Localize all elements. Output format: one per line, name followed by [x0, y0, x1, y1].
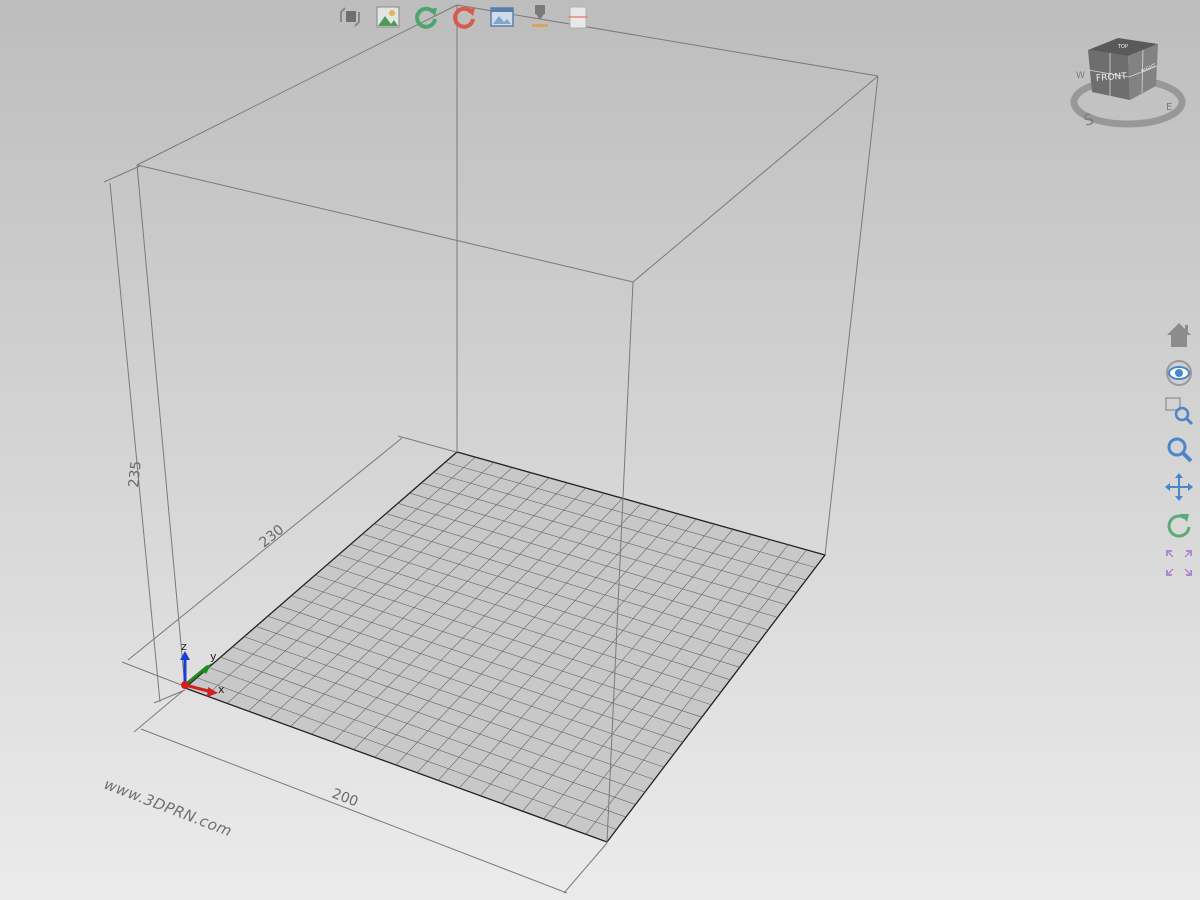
z-axis-label: z — [181, 640, 187, 653]
pan-icon — [1165, 473, 1193, 501]
top-toolbar — [334, 2, 593, 32]
eye-icon — [1166, 360, 1192, 386]
depth-dimension-label: 230 — [256, 522, 287, 551]
fit-all-button[interactable] — [1162, 546, 1196, 580]
rotate-red-icon — [452, 6, 475, 29]
slice-plane-button[interactable] — [562, 2, 593, 32]
zoom-window-icon — [1165, 397, 1194, 426]
view-cube[interactable]: FRONT TOP RIGHT S E W — [1068, 30, 1186, 130]
orbit-button[interactable] — [1162, 508, 1196, 542]
navigation-toolbar — [1162, 318, 1196, 580]
home-icon — [1167, 323, 1191, 347]
nozzle-icon — [531, 5, 548, 27]
3d-viewport[interactable]: 235 230 200 z y x — [0, 0, 1200, 900]
zoom-icon — [1167, 437, 1193, 463]
height-dimension-label: 235 — [126, 460, 145, 488]
fit-all-icon — [1166, 550, 1192, 576]
cube-top-label: TOP — [1117, 44, 1128, 50]
transform-icon — [339, 7, 360, 27]
home-view-button[interactable] — [1162, 318, 1196, 352]
look-button[interactable] — [1162, 356, 1196, 390]
screenshot-button[interactable] — [486, 2, 517, 32]
zoom-button[interactable] — [1162, 432, 1196, 466]
build-plate — [183, 451, 827, 843]
zoom-window-button[interactable] — [1162, 394, 1196, 428]
image-button[interactable] — [372, 2, 403, 32]
nozzle-button[interactable] — [524, 2, 555, 32]
image-icon — [376, 6, 399, 28]
compass-e-label: E — [1166, 102, 1172, 113]
pan-button[interactable] — [1162, 470, 1196, 504]
transform-button[interactable] — [334, 2, 365, 32]
slice-plane-icon — [567, 6, 588, 29]
rotate-green-button[interactable] — [410, 2, 441, 32]
rotate-red-button[interactable] — [448, 2, 479, 32]
screenshot-icon — [489, 7, 514, 27]
compass-w-label: W — [1076, 71, 1085, 81]
y-axis-label: y — [210, 650, 217, 663]
rotate-green-icon — [414, 6, 437, 29]
x-axis-label: x — [218, 683, 225, 696]
width-dimension-label: 200 — [330, 786, 361, 811]
orbit-icon — [1167, 514, 1191, 538]
